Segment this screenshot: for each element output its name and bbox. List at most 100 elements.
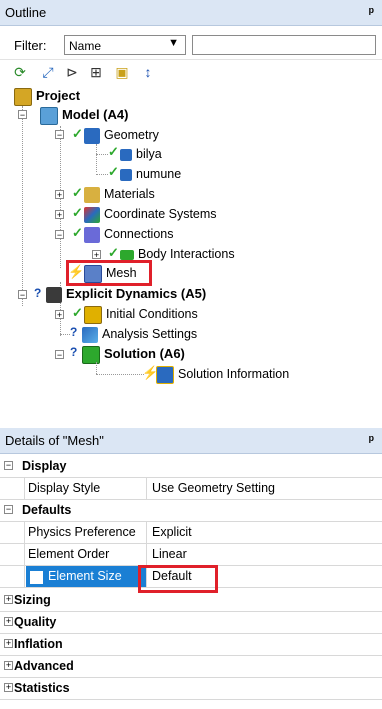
tree-connector — [96, 362, 97, 374]
body-interactions-icon — [120, 249, 134, 260]
tree-item-materials[interactable]: Materials — [84, 184, 155, 204]
collapse-toggle[interactable]: − — [4, 461, 13, 470]
tree-connector — [22, 106, 23, 306]
check-icon: ✓ — [72, 205, 83, 220]
expand-all-icon[interactable]: ⤢ — [38, 62, 58, 82]
tree-connector — [96, 174, 108, 175]
category-inflation[interactable]: + Inflation — [0, 634, 382, 656]
col-divider — [146, 478, 147, 499]
check-icon: ✓ — [108, 164, 119, 179]
axes-icon — [84, 206, 100, 223]
tree-item-coordinate-systems[interactable]: Coordinate Systems — [84, 204, 217, 224]
expand-toggle[interactable]: + — [4, 617, 13, 626]
tree-item-connections[interactable]: Connections — [84, 224, 174, 244]
col-divider — [146, 522, 147, 543]
collapse-toggle[interactable]: − — [4, 505, 13, 514]
expand-toggle[interactable]: + — [4, 683, 13, 692]
tree-item-bilya[interactable]: bilya — [120, 144, 162, 164]
body-icon — [120, 168, 132, 181]
filter-label: Filter: — [14, 38, 47, 53]
tree-connector — [96, 374, 144, 375]
solution-icon — [82, 345, 100, 364]
question-icon: ? — [70, 325, 78, 339]
collapse-toggle[interactable]: − — [55, 130, 64, 140]
row-gutter — [0, 522, 25, 543]
filter-text-input[interactable] — [192, 35, 376, 55]
question-icon: ? — [70, 345, 78, 359]
tree-connector — [96, 154, 108, 155]
check-icon: ✓ — [72, 126, 83, 141]
tree-item-model[interactable]: Model (A4) — [40, 105, 128, 125]
sort-az-icon[interactable]: ↕ — [138, 62, 158, 82]
folder-icon[interactable]: ▣ — [112, 62, 132, 82]
category-display[interactable]: − Display — [0, 456, 382, 478]
row-gutter — [0, 544, 25, 565]
details-panel-header: Details of "Mesh" ᵖ — [0, 428, 382, 454]
expand-toggle[interactable]: + — [55, 190, 64, 200]
category-advanced[interactable]: + Advanced — [0, 656, 382, 678]
tree-item-analysis-settings[interactable]: Analysis Settings — [82, 324, 197, 344]
filter-select[interactable]: Name ▼ — [64, 35, 186, 55]
collapse-icon[interactable]: ⊳ — [62, 62, 82, 82]
category-sizing[interactable]: + Sizing — [0, 590, 382, 612]
parameter-checkbox[interactable] — [30, 571, 43, 584]
tree-connector — [60, 334, 70, 335]
plus-box-icon[interactable]: ⊞ — [86, 62, 106, 82]
connections-icon — [84, 226, 100, 243]
refresh-icon[interactable]: ⟳ — [10, 62, 30, 82]
tree-item-project[interactable]: Project — [14, 86, 80, 106]
tree-item-numune[interactable]: numune — [120, 164, 181, 184]
expand-toggle[interactable]: + — [4, 639, 13, 648]
explicit-dynamics-icon — [46, 286, 62, 303]
outline-panel-header: Outline ᵖ — [0, 0, 382, 26]
row-value[interactable]: Use Geometry Setting — [152, 481, 275, 495]
details-title: Details of "Mesh" — [5, 433, 104, 448]
check-icon: ✓ — [72, 185, 83, 200]
materials-icon — [84, 186, 100, 203]
tree-item-solution[interactable]: Solution (A6) — [82, 344, 185, 364]
row-label: Element Size — [48, 569, 122, 583]
question-icon: ? — [34, 286, 42, 300]
check-icon: ✓ — [108, 245, 119, 260]
expand-toggle[interactable]: + — [4, 595, 13, 604]
row-display-style[interactable]: Display Style Use Geometry Setting — [0, 478, 382, 500]
collapse-toggle[interactable]: − — [55, 230, 64, 240]
check-icon: ✓ — [72, 225, 83, 240]
collapse-toggle[interactable]: − — [55, 350, 64, 360]
row-label: Physics Preference — [28, 525, 136, 539]
highlight-box — [138, 565, 218, 593]
expand-toggle[interactable]: + — [4, 661, 13, 670]
category-defaults[interactable]: − Defaults — [0, 500, 382, 522]
category-quality[interactable]: + Quality — [0, 612, 382, 634]
project-icon — [14, 87, 32, 106]
row-element-order[interactable]: Element Order Linear — [0, 544, 382, 566]
tree-item-geometry[interactable]: Geometry — [84, 125, 159, 145]
category-statistics[interactable]: + Statistics — [0, 678, 382, 700]
body-icon — [120, 148, 132, 161]
check-icon: ✓ — [108, 144, 119, 159]
model-icon — [40, 106, 58, 125]
tree-item-solution-information[interactable]: Solution Information — [156, 364, 289, 384]
row-physics-preference[interactable]: Physics Preference Explicit — [0, 522, 382, 544]
outline-title: Outline — [5, 5, 47, 20]
col-divider — [146, 544, 147, 565]
expand-toggle[interactable]: + — [55, 310, 64, 320]
row-value[interactable]: Explicit — [152, 525, 192, 539]
check-icon: ✓ — [72, 305, 83, 320]
row-label-selected: Element Size — [26, 566, 146, 587]
collapse-toggle[interactable]: − — [18, 290, 27, 300]
collapse-toggle[interactable]: − — [18, 110, 27, 120]
row-label: Element Order — [28, 547, 110, 561]
row-value[interactable]: Linear — [152, 547, 187, 561]
chevron-down-icon[interactable]: ▼ — [168, 37, 179, 49]
tree-connector — [96, 144, 97, 172]
expand-toggle[interactable]: + — [92, 250, 101, 260]
geometry-icon — [84, 127, 100, 144]
row-gutter — [0, 478, 25, 499]
expand-toggle[interactable]: + — [55, 210, 64, 220]
row-label: Display Style — [28, 481, 101, 495]
tree-item-initial-conditions[interactable]: Initial Conditions — [84, 304, 198, 324]
pin-icon[interactable]: ᵖ — [369, 4, 374, 19]
pin-icon[interactable]: ᵖ — [369, 432, 374, 447]
tree-item-explicit-dynamics[interactable]: Explicit Dynamics (A5) — [46, 284, 206, 304]
